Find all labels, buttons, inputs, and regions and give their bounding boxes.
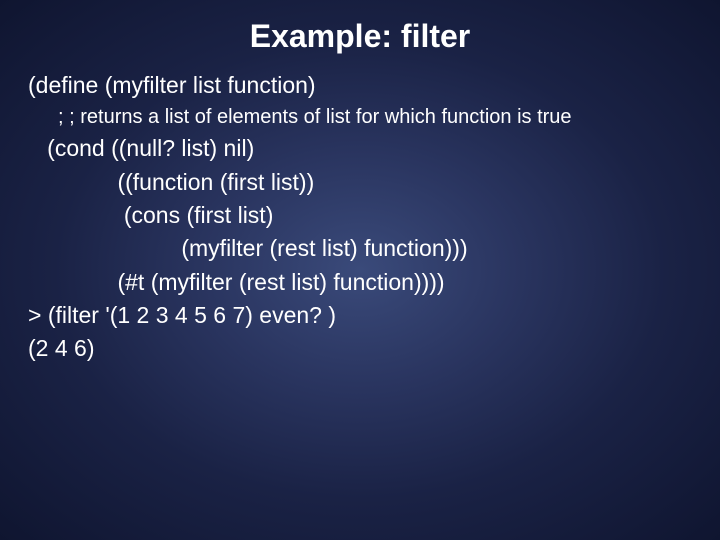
slide: Example: filter (define (myfilter list f…: [0, 0, 720, 540]
slide-title: Example: filter: [28, 18, 692, 55]
code-comment: ; ; returns a list of elements of list f…: [58, 102, 692, 132]
code-line-3: ((function (first list)): [28, 166, 692, 199]
code-line-6: (#t (myfilter (rest list) function)))): [28, 266, 692, 299]
code-line-2: (cond ((null? list) nil): [28, 132, 692, 165]
code-line-8: (2 4 6): [28, 332, 692, 365]
code-line-1: (define (myfilter list function): [28, 69, 692, 102]
code-line-5: (myfilter (rest list) function))): [28, 232, 692, 265]
code-line-7: > (filter '(1 2 3 4 5 6 7) even? ): [28, 299, 692, 332]
code-line-4: (cons (first list): [28, 199, 692, 232]
code-block: (define (myfilter list function) ; ; ret…: [28, 69, 692, 366]
